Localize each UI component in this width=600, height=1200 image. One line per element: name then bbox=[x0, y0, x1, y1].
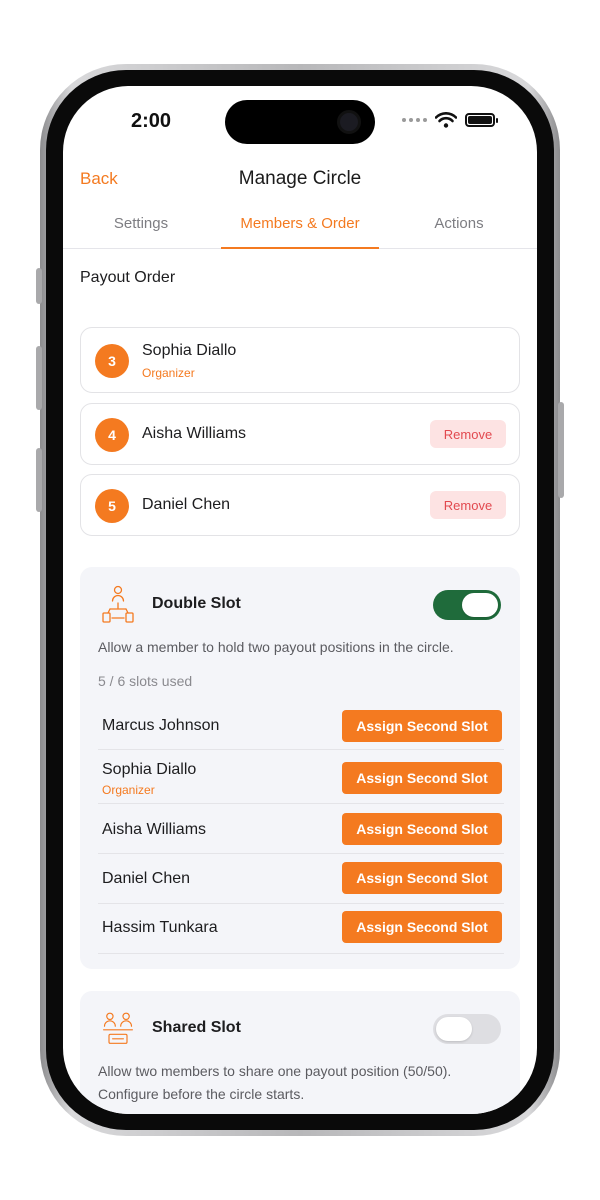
member-name: Hassim Tunkara bbox=[102, 919, 218, 936]
assign-second-slot-button[interactable]: Assign Second Slot bbox=[342, 710, 502, 742]
shared-slot-description: Allow two members to share one payout po… bbox=[98, 1063, 452, 1102]
shared-slot-toggle[interactable] bbox=[433, 1014, 501, 1044]
remove-member-button[interactable]: Remove bbox=[430, 420, 506, 448]
double-slot-panel: Double Slot Allow a member to hold two p… bbox=[80, 567, 520, 969]
status-time: 2:00 bbox=[131, 110, 172, 132]
double-slot-member-row: Sophia Diallo Organizer Assign Second Sl… bbox=[98, 751, 504, 804]
double-slot-member-row: Marcus Johnson Assign Second Slot bbox=[98, 700, 504, 750]
double-slot-toggle[interactable] bbox=[433, 590, 501, 620]
shared-slot-title: Shared Slot bbox=[152, 1019, 241, 1036]
toggle-knob bbox=[436, 1017, 472, 1041]
member-name: Daniel Chen bbox=[102, 870, 191, 887]
tab-bar: Settings Members & Order Actions bbox=[63, 211, 537, 249]
shared-slot-panel: Shared Slot Allow two members to share o… bbox=[80, 991, 520, 1114]
cellular-signal-icon bbox=[402, 118, 427, 122]
position-badge: 5 bbox=[95, 489, 129, 523]
page-title: Manage Circle bbox=[238, 168, 362, 189]
position-badge: 4 bbox=[95, 418, 129, 452]
member-name: Marcus Johnson bbox=[102, 717, 220, 734]
payout-order-title: Payout Order bbox=[80, 269, 176, 286]
shared-slot-icon bbox=[103, 1012, 133, 1044]
member-role: Organizer bbox=[102, 783, 155, 797]
mute-switch bbox=[36, 268, 42, 304]
status-indicators bbox=[402, 112, 498, 128]
tab-settings[interactable]: Settings bbox=[93, 215, 189, 232]
member-role: Organizer bbox=[142, 366, 195, 380]
double-slot-member-row: Daniel Chen Assign Second Slot bbox=[98, 854, 504, 904]
double-slot-description: Allow a member to hold two payout positi… bbox=[98, 639, 454, 655]
volume-down-button bbox=[36, 448, 42, 512]
assign-second-slot-button[interactable]: Assign Second Slot bbox=[342, 813, 502, 845]
wifi-icon bbox=[435, 112, 457, 128]
position-badge: 3 bbox=[95, 344, 129, 378]
volume-up-button bbox=[36, 346, 42, 410]
member-name: Daniel Chen bbox=[142, 496, 231, 513]
battery-icon bbox=[465, 113, 498, 127]
payout-member-card[interactable]: 4 Aisha Williams Remove bbox=[80, 403, 520, 465]
member-name: Aisha Williams bbox=[102, 821, 207, 838]
member-name: Aisha Williams bbox=[142, 425, 247, 442]
tab-members-order[interactable]: Members & Order bbox=[221, 215, 379, 232]
assign-second-slot-button[interactable]: Assign Second Slot bbox=[342, 762, 502, 794]
assign-second-slot-button[interactable]: Assign Second Slot bbox=[342, 862, 502, 894]
double-slot-member-row: Aisha Williams Assign Second Slot bbox=[98, 804, 504, 854]
tab-actions[interactable]: Actions bbox=[411, 215, 507, 232]
assign-second-slot-button[interactable]: Assign Second Slot bbox=[342, 911, 502, 943]
dynamic-island bbox=[225, 100, 375, 144]
camera-icon bbox=[337, 110, 361, 134]
member-name: Sophia Diallo bbox=[102, 761, 197, 778]
member-name: Sophia Diallo bbox=[142, 342, 237, 359]
slots-used-count: 5 / 6 slots used bbox=[98, 673, 193, 689]
active-tab-indicator bbox=[221, 247, 379, 249]
payout-member-card[interactable]: 5 Daniel Chen Remove bbox=[80, 474, 520, 536]
double-slot-icon bbox=[102, 585, 134, 623]
double-slot-member-row: Hassim Tunkara Assign Second Slot bbox=[98, 904, 504, 954]
power-button bbox=[558, 402, 564, 498]
toggle-knob bbox=[462, 593, 498, 617]
double-slot-title: Double Slot bbox=[152, 595, 241, 612]
remove-member-button[interactable]: Remove bbox=[430, 491, 506, 519]
payout-member-card[interactable]: 3 Sophia Diallo Organizer bbox=[80, 327, 520, 393]
screen: 2:00 Back Manage Circle Settings Members… bbox=[63, 86, 537, 1114]
